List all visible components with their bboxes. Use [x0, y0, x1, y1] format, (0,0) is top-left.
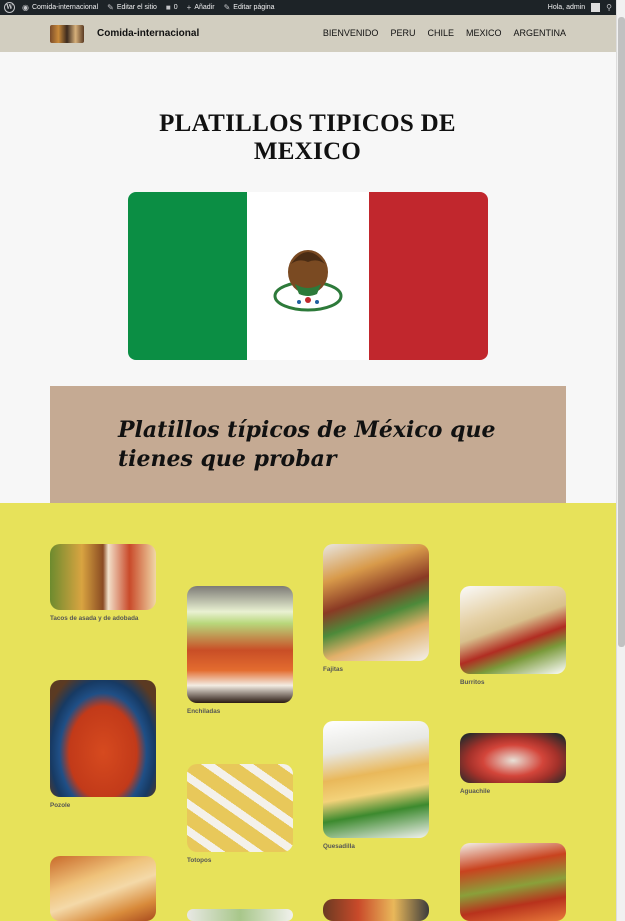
dish-card[interactable]: Pozole — [50, 680, 156, 810]
dish-card[interactable]: Fajitas — [323, 544, 429, 674]
admin-add-new-label: Añadir — [194, 4, 215, 11]
admin-comments-count: 0 — [173, 4, 178, 11]
nav-item-chile[interactable]: CHILE — [427, 28, 454, 38]
dish-image[interactable] — [323, 721, 429, 838]
search-icon[interactable]: ⚲ — [606, 3, 612, 12]
page-title: PLATILLOS TIPICOS DE MEXICO — [159, 110, 456, 165]
dish-caption: Fajitas — [323, 666, 343, 673]
dish-card[interactable]: Aguachile — [460, 733, 566, 796]
dish-card[interactable]: Quesadilla — [323, 721, 429, 851]
dish-card[interactable]: Enchiladas — [187, 586, 293, 716]
page-scrollbar[interactable] — [616, 0, 625, 921]
nav-item-argentina[interactable]: ARGENTINA — [513, 28, 566, 38]
mexican-coat-of-arms-icon — [273, 250, 343, 312]
dish-card[interactable] — [460, 843, 566, 921]
dish-card[interactable]: Totopos — [187, 764, 293, 865]
dish-image[interactable] — [50, 680, 156, 797]
dish-image[interactable] — [460, 586, 566, 674]
dish-image[interactable] — [323, 899, 429, 921]
admin-site-link[interactable]: ◉ Comida-internacional — [22, 3, 98, 12]
nav-item-peru[interactable]: PERU — [390, 28, 415, 38]
dish-caption: Tacos de asada y de adobada — [50, 615, 139, 622]
dish-caption: Totopos — [187, 857, 212, 864]
flag-white-stripe — [247, 192, 369, 360]
dish-image[interactable] — [187, 909, 293, 921]
avatar[interactable] — [591, 3, 601, 12]
dashboard-icon: ◉ — [22, 3, 29, 12]
dish-image[interactable] — [460, 733, 566, 783]
pencil-icon: ✎ — [223, 3, 231, 12]
dish-card[interactable]: Tacos de asada y de adobada — [50, 544, 156, 623]
intro-banner: Platillos típicos de México que tienes q… — [50, 386, 566, 503]
flag-red-stripe — [369, 192, 488, 360]
dish-card[interactable] — [187, 909, 293, 921]
dish-image[interactable] — [187, 586, 293, 703]
pencil-icon: ✎ — [107, 3, 114, 12]
dish-caption: Burritos — [460, 679, 485, 686]
admin-site-label: Comida-internacional — [31, 4, 99, 11]
dish-image[interactable] — [50, 856, 156, 921]
dish-caption: Aguachile — [460, 788, 491, 795]
banner-heading: Platillos típicos de México que tienes q… — [118, 417, 496, 472]
dish-caption: Pozole — [50, 802, 71, 809]
site-logo[interactable] — [50, 25, 84, 43]
dish-image[interactable] — [50, 544, 156, 610]
dish-image[interactable] — [187, 764, 293, 852]
dish-card[interactable] — [50, 856, 156, 921]
dish-card[interactable] — [323, 899, 429, 921]
dishes-section: Tacos de asada y de adobada Enchiladas F… — [0, 503, 616, 921]
site-header: Comida-internacional BIENVENIDO PERU CHI… — [0, 15, 616, 52]
admin-bar: W ◉ Comida-internacional ✎ Editar el sit… — [0, 0, 616, 15]
comment-icon: ■ — [165, 3, 171, 12]
main-nav: BIENVENIDO PERU CHILE MEXICO ARGENTINA — [323, 28, 566, 38]
flag-green-stripe — [128, 192, 247, 360]
admin-edit-page-label: Editar página — [233, 4, 275, 11]
plus-icon: + — [186, 3, 192, 12]
wordpress-icon[interactable]: W — [4, 2, 15, 13]
nav-item-bienvenido[interactable]: BIENVENIDO — [323, 28, 379, 38]
dish-card[interactable]: Burritos — [460, 586, 566, 687]
admin-edit-site-label: Editar el sitio — [116, 4, 157, 11]
admin-edit-site-link[interactable]: ✎ Editar el sitio — [107, 3, 157, 12]
admin-edit-page-link[interactable]: ✎ Editar página — [224, 3, 275, 12]
dish-caption: Quesadilla — [323, 843, 355, 850]
site-title[interactable]: Comida-internacional — [97, 28, 199, 39]
mexico-flag-image — [128, 192, 488, 360]
admin-add-new-link[interactable]: + Añadir — [187, 3, 215, 12]
scrollbar-thumb[interactable] — [618, 17, 625, 647]
admin-greeting[interactable]: Hola, admin — [548, 4, 585, 11]
admin-comments-link[interactable]: ■ 0 — [166, 3, 178, 12]
dish-image[interactable] — [460, 843, 566, 921]
dish-image[interactable] — [323, 544, 429, 661]
nav-item-mexico[interactable]: MEXICO — [466, 28, 502, 38]
dish-caption: Enchiladas — [187, 708, 221, 715]
